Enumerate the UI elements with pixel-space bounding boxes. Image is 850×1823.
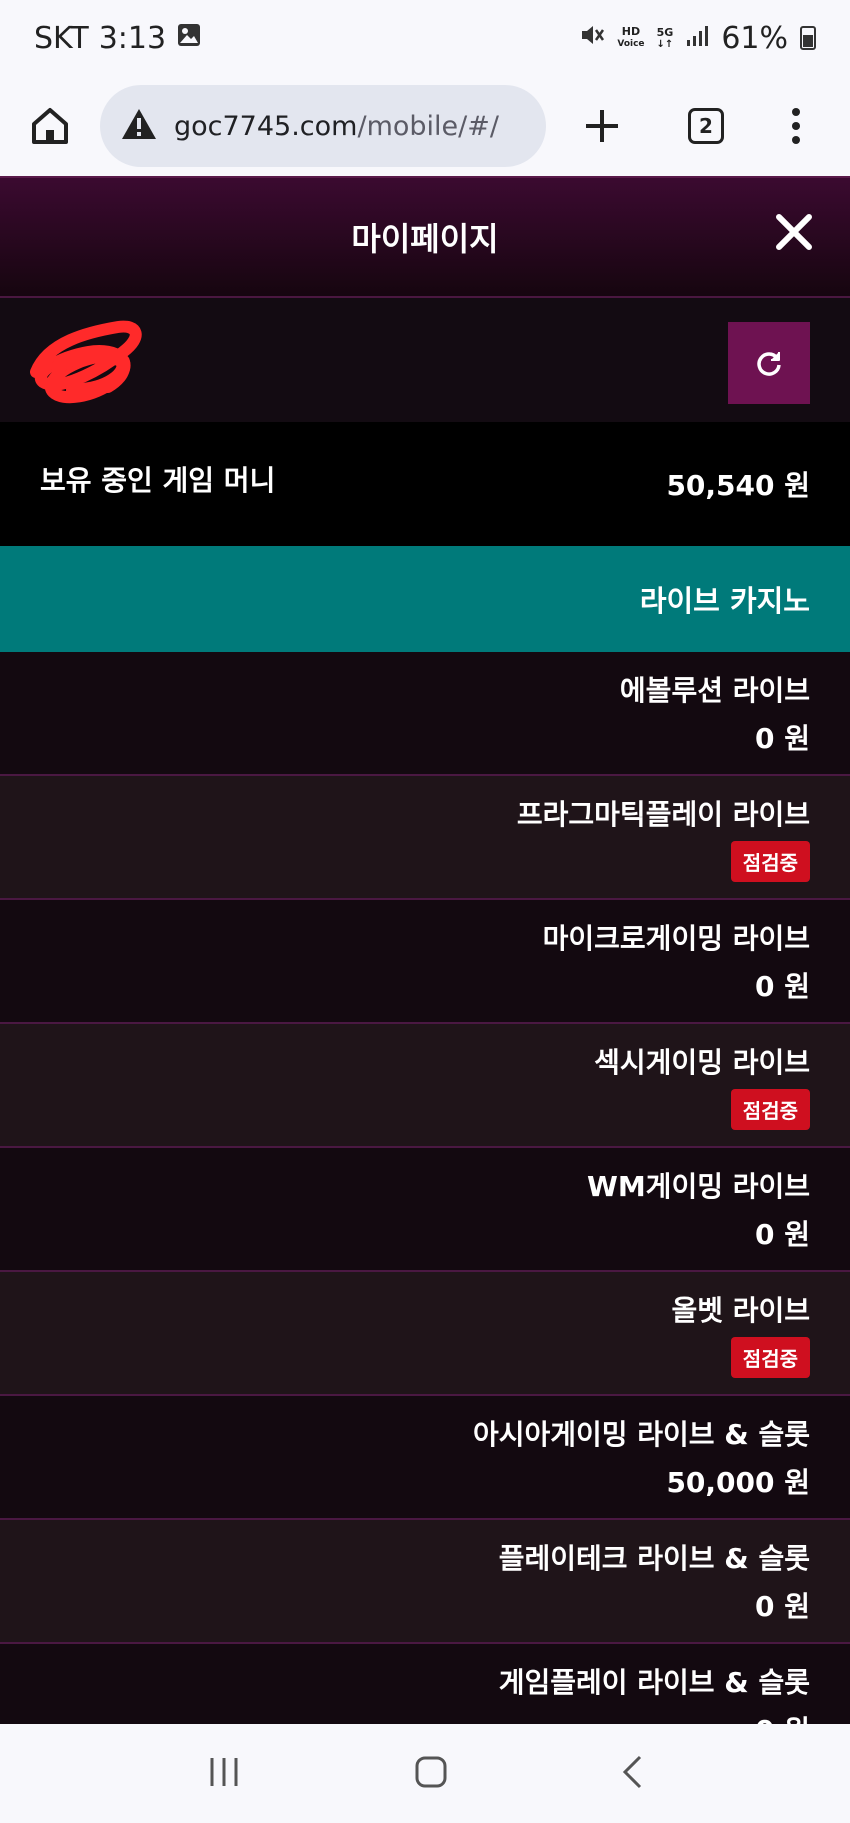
- status-bar: SKT 3:13 HD Voice 5G ↓↑ 61%: [0, 0, 850, 76]
- battery-icon: [800, 26, 816, 50]
- more-menu-icon[interactable]: [790, 106, 802, 146]
- page-title: 마이페이지: [351, 221, 499, 257]
- game-row-microgaming[interactable]: 마이크로게이밍 라이브 0 원: [0, 900, 850, 1024]
- new-tab-icon[interactable]: [582, 106, 622, 146]
- recent-apps-icon[interactable]: [206, 1755, 242, 1793]
- home-icon[interactable]: [28, 104, 72, 148]
- game-amount: 0 원: [755, 1709, 810, 1724]
- url-text[interactable]: goc7745.com/mobile/#/: [174, 111, 499, 142]
- game-money-value: 50,540 원: [666, 469, 810, 502]
- game-row-asiagaming[interactable]: 아시아게이밍 라이브 & 슬롯 50,000 원: [0, 1396, 850, 1520]
- home-nav-icon[interactable]: [413, 1754, 449, 1794]
- mypage-header: 마이페이지: [0, 176, 850, 298]
- game-row-allbet[interactable]: 올벳 라이브 점검중: [0, 1272, 850, 1396]
- maintenance-badge: 점검중: [730, 1336, 810, 1378]
- live-casino-section-header: 라이브 카지노: [0, 546, 850, 652]
- game-name: WM게이밍 라이브: [586, 1170, 810, 1203]
- section-title: 라이브 카지노: [639, 584, 810, 618]
- game-row-evolution[interactable]: 에볼루션 라이브 0 원: [0, 652, 850, 776]
- game-row-wmgaming[interactable]: WM게이밍 라이브 0 원: [0, 1148, 850, 1272]
- clock: 3:13: [98, 20, 167, 56]
- game-amount: 0 원: [755, 722, 810, 755]
- game-amount: 50,000 원: [666, 1466, 810, 1499]
- url-path: /mobile/#/: [357, 110, 499, 142]
- game-row-playtech[interactable]: 플레이테크 라이브 & 슬롯 0 원: [0, 1520, 850, 1644]
- network-5g-icon: 5G ↓↑: [656, 25, 674, 50]
- game-amount: 0 원: [755, 1218, 810, 1251]
- game-name: 에볼루션 라이브: [619, 674, 810, 707]
- user-info-row: [0, 298, 850, 422]
- maintenance-badge: 점검중: [730, 1088, 810, 1130]
- game-name: 올벳 라이브: [671, 1293, 810, 1327]
- system-nav-bar: [0, 1724, 850, 1823]
- status-left: SKT 3:13: [34, 21, 202, 56]
- refresh-icon: [757, 352, 781, 376]
- game-name: 프라그마틱플레이 라이브: [516, 797, 810, 831]
- gallery-icon: [176, 21, 202, 56]
- game-row-pragmatic[interactable]: 프라그마틱플레이 라이브 점검중: [0, 776, 850, 900]
- battery-percent: 61%: [721, 20, 788, 56]
- game-money-row: 보유 중인 게임 머니 50,540 원: [0, 422, 850, 546]
- voice-label: Voice: [617, 39, 645, 49]
- status-right: HD Voice 5G ↓↑ 61%: [579, 21, 816, 56]
- game-name: 아시아게이밍 라이브 & 슬롯: [472, 1418, 810, 1451]
- warning-icon[interactable]: [120, 107, 158, 145]
- game-amount: 0 원: [755, 970, 810, 1003]
- mypage-panel: 마이페이지 보유 중인 게임 머니 50,540 원 라이브 카지노 에볼루션 …: [0, 176, 850, 1724]
- url-domain: goc7745.com: [174, 110, 358, 142]
- game-row-gameplay[interactable]: 게임플레이 라이브 & 슬롯 0 원: [0, 1644, 850, 1724]
- address-bar[interactable]: goc7745.com/mobile/#/: [100, 85, 546, 167]
- game-money-label: 보유 중인 게임 머니: [40, 464, 276, 497]
- game-amount: 0 원: [755, 1590, 810, 1623]
- game-name: 게임플레이 라이브 & 슬롯: [498, 1666, 810, 1699]
- game-name: 마이크로게이밍 라이브: [542, 922, 810, 955]
- maintenance-badge: 점검중: [730, 840, 810, 882]
- back-icon[interactable]: [620, 1754, 644, 1794]
- hd-label: HD: [621, 25, 641, 38]
- mute-icon: [579, 21, 605, 56]
- tab-switcher-button[interactable]: 2: [688, 108, 724, 144]
- game-row-sexygaming[interactable]: 섹시게이밍 라이브 점검중: [0, 1024, 850, 1148]
- redacted-username-scribble: [28, 312, 158, 416]
- carrier-label: SKT: [34, 20, 89, 56]
- game-name: 플레이테크 라이브 & 슬롯: [498, 1542, 810, 1575]
- network-label: 5G: [656, 25, 674, 39]
- signal-icon: [685, 21, 709, 56]
- refresh-button[interactable]: [728, 322, 810, 404]
- close-icon[interactable]: [768, 206, 820, 258]
- browser-toolbar: goc7745.com/mobile/#/ 2: [0, 76, 850, 176]
- hd-voice-icon: HD Voice: [617, 26, 644, 50]
- game-name: 섹시게이밍 라이브: [594, 1045, 810, 1079]
